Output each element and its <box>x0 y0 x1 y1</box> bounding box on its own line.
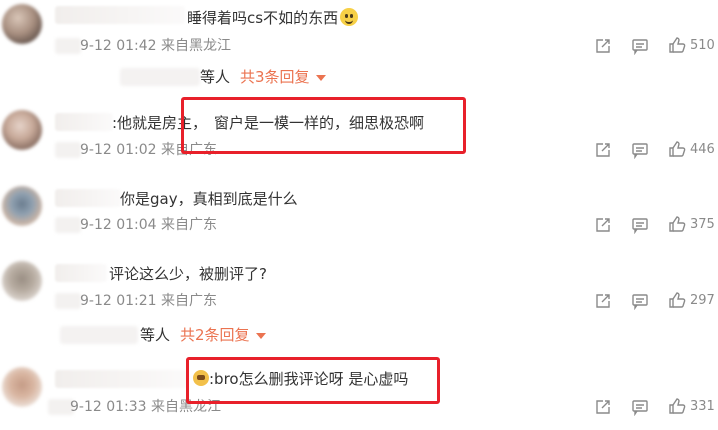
reply-users-blurred <box>60 326 138 344</box>
user-avatar-icon <box>193 370 209 386</box>
comment-text: 睡得着吗cs不如的东西 <box>187 8 359 28</box>
share-icon[interactable] <box>594 141 612 159</box>
date-blurred <box>55 293 81 309</box>
comment-date: 9-12 01:21 来自广东 <box>80 293 218 309</box>
comment-icon[interactable] <box>631 292 649 310</box>
comment-text: 你是gay，真相到底是什么 <box>120 190 298 208</box>
chevron-down-icon <box>315 74 326 81</box>
avatar[interactable] <box>2 110 42 150</box>
username-blurred[interactable] <box>55 264 107 282</box>
comment-date: 9-12 01:04 来自广东 <box>80 217 218 233</box>
like-count: 446 <box>690 142 715 157</box>
comment-text: :他就是房主， <box>112 114 208 132</box>
share-icon[interactable] <box>594 216 612 234</box>
replies-toggle[interactable]: 等人 共2条回复 <box>140 324 266 346</box>
avatar[interactable] <box>2 367 42 407</box>
comment-text-highlighted: :bro怎么删我评论呀 是心虚吗 <box>193 369 408 389</box>
avatar[interactable] <box>2 261 42 301</box>
share-icon[interactable] <box>594 292 612 310</box>
username-blurred[interactable] <box>55 113 113 131</box>
comment-date: 9-12 01:02 来自广东 <box>80 142 218 158</box>
like-count: 331 <box>690 399 715 414</box>
comment-icon[interactable] <box>631 216 649 234</box>
avatar[interactable] <box>2 186 42 226</box>
share-icon[interactable] <box>594 398 612 416</box>
date-blurred <box>55 142 81 158</box>
share-icon[interactable] <box>594 37 612 55</box>
comment-date: 9-12 01:33 来自黑龙江 <box>70 399 222 415</box>
avatar[interactable] <box>2 4 42 44</box>
smile-emoji-icon <box>340 8 359 26</box>
username-blurred[interactable] <box>55 6 185 24</box>
like-icon[interactable] <box>668 140 686 158</box>
like-count: 510 <box>690 38 715 53</box>
like-icon[interactable] <box>668 215 686 233</box>
reply-users-blurred <box>120 68 200 86</box>
like-icon[interactable] <box>668 397 686 415</box>
date-blurred <box>55 38 81 54</box>
chevron-down-icon <box>255 332 266 339</box>
comment-icon[interactable] <box>631 398 649 416</box>
username-blurred[interactable] <box>55 189 121 207</box>
more-replies-link[interactable]: 共2条回复 <box>180 326 250 344</box>
like-count: 297 <box>690 293 715 308</box>
replies-toggle[interactable]: 等人 共3条回复 <box>200 66 326 88</box>
comment-icon[interactable] <box>631 37 649 55</box>
like-count: 375 <box>690 217 715 232</box>
like-icon[interactable] <box>668 291 686 309</box>
comment-date: 9-12 01:42 来自黑龙江 <box>80 38 232 54</box>
more-replies-link[interactable]: 共3条回复 <box>240 68 310 86</box>
comment-text-highlighted: 窗户是一模一样的，细思极恐啊 <box>214 114 425 132</box>
username-blurred[interactable] <box>55 370 187 388</box>
date-blurred <box>55 217 81 233</box>
comment-text: 评论这么少，被删评了? <box>109 265 267 283</box>
like-icon[interactable] <box>668 36 686 54</box>
comment-icon[interactable] <box>631 141 649 159</box>
